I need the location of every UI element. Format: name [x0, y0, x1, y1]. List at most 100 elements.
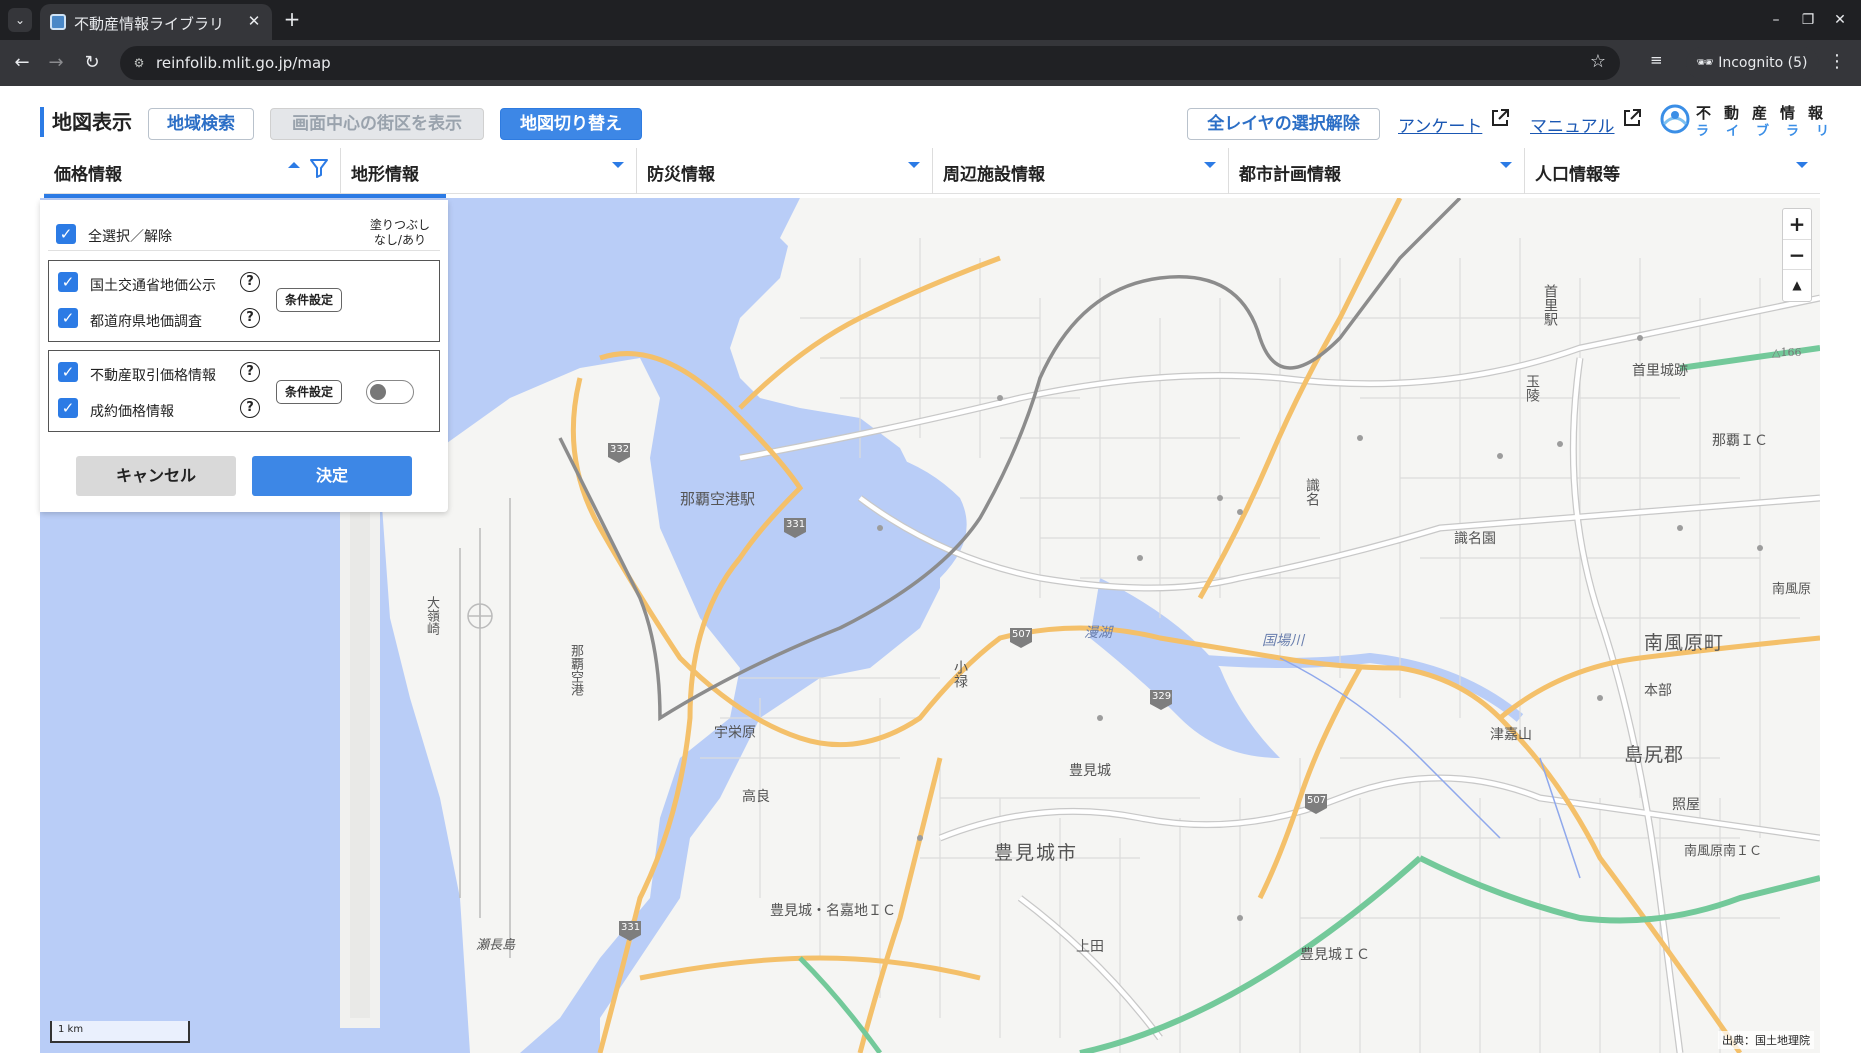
map-label: 首里城跡	[1632, 363, 1688, 379]
manual-link[interactable]: マニュアル	[1530, 112, 1615, 137]
condition-settings-button[interactable]: 条件設定	[276, 288, 342, 312]
map-label: 漫湖	[1084, 625, 1112, 641]
bookmark-star-icon[interactable]: ☆	[1590, 51, 1606, 72]
tab-label: 価格情報	[54, 165, 122, 185]
confirm-button[interactable]: 決定	[252, 456, 412, 496]
fill-toggle-switch[interactable]	[366, 380, 414, 404]
map-label: 小禄	[952, 660, 968, 688]
cancel-button[interactable]: キャンセル	[76, 456, 236, 496]
browser-menu-icon[interactable]: ⋮	[1828, 51, 1846, 72]
caret-down-icon	[908, 162, 920, 168]
survey-link[interactable]: アンケート	[1398, 112, 1482, 137]
compass-north-icon[interactable]: ▲	[1783, 269, 1811, 299]
help-icon[interactable]: ?	[240, 362, 260, 382]
map-label: 豊見城	[1069, 763, 1111, 779]
map-label: 那覇空港	[568, 644, 583, 696]
browser-tab-active[interactable]: 不動産情報ライブラリ ✕	[40, 4, 272, 40]
checkbox-transaction-price[interactable]: ✓	[58, 362, 78, 382]
route-number: 507	[1012, 629, 1032, 640]
window-restore-icon[interactable]: ❐	[1796, 8, 1820, 32]
map-label: 首里駅	[1542, 284, 1558, 326]
prefectural-land-survey-label: 都道府県地価調査	[90, 314, 202, 330]
center-district-button[interactable]: 画面中心の街区を表示	[270, 108, 484, 140]
fill-note-line2: なし/あり	[373, 233, 426, 247]
toggle-knob	[370, 384, 386, 400]
map-attribution: 出典：国土地理院	[1718, 1031, 1814, 1049]
map-label: 大嶺崎	[424, 596, 439, 635]
map-label: 国場川	[1262, 633, 1304, 649]
site-logo[interactable]: 不動産情報 ライブラリ	[1660, 102, 1829, 142]
window-minimize-icon[interactable]: –	[1764, 8, 1788, 32]
incognito-label: Incognito (5)	[1718, 55, 1808, 71]
site-settings-icon[interactable]: ⚙	[130, 54, 148, 72]
tab-population-info[interactable]: 人口情報等	[1524, 148, 1820, 194]
logo-text-bottom: ライブラリ	[1696, 124, 1847, 139]
incognito-indicator[interactable]: 🕶 Incognito (5)	[1686, 47, 1820, 79]
map-label: 豊見城ＩＣ	[1300, 947, 1370, 963]
layer-category-bar: 価格情報 地形情報 防災情報 周辺施設情報 都市計画情報 人口情報等	[44, 148, 1820, 198]
external-link-icon[interactable]	[1490, 108, 1510, 132]
external-link-icon[interactable]	[1622, 108, 1642, 132]
checkbox-prefectural-land-survey[interactable]: ✓	[58, 308, 78, 328]
caret-up-icon[interactable]	[288, 162, 300, 168]
area-search-button[interactable]: 地域検索	[148, 108, 254, 140]
route-number: 507	[1307, 795, 1327, 806]
route-number: 331	[786, 519, 806, 530]
tab-disaster-info[interactable]: 防災情報	[636, 148, 932, 194]
condition-settings-button[interactable]: 条件設定	[276, 380, 342, 404]
forward-arrow-icon[interactable]: →	[44, 51, 68, 75]
media-controls-icon[interactable]: ≡	[1650, 51, 1663, 69]
map-label: 那覇ＩＣ	[1712, 433, 1768, 449]
back-arrow-icon[interactable]: ←	[10, 51, 34, 75]
filter-icon[interactable]	[310, 158, 328, 178]
map-label: 南風原町	[1644, 632, 1725, 654]
tab-close-icon[interactable]: ✕	[244, 11, 264, 31]
logo-mark-icon	[1660, 104, 1690, 134]
caret-down-icon	[612, 162, 624, 168]
zoom-in-icon[interactable]: +	[1783, 209, 1811, 239]
map-label: 南風原南ＩＣ	[1684, 844, 1763, 859]
map-switch-button[interactable]: 地図切り替え	[500, 108, 642, 140]
map-label: 瀬長島	[476, 938, 516, 953]
tab-label: 人口情報等	[1535, 165, 1620, 185]
tab-terrain-info[interactable]: 地形情報	[340, 148, 636, 194]
reload-icon[interactable]: ↻	[80, 51, 104, 75]
map-label: 那覇空港駅	[680, 490, 756, 508]
tab-label: 地形情報	[351, 165, 419, 185]
address-bar[interactable]: ⚙ reinfolib.mlit.go.jp/map ☆	[120, 46, 1620, 80]
help-icon[interactable]: ?	[240, 272, 260, 292]
browser-toolbar: ← → ↻ ⚙ reinfolib.mlit.go.jp/map ☆ ≡ 🕶 I…	[0, 40, 1861, 86]
map-label: 識名	[1304, 478, 1320, 506]
tab-title: 不動産情報ライブラリ	[74, 15, 225, 33]
help-icon[interactable]: ?	[240, 308, 260, 328]
tab-nearby-facilities[interactable]: 周辺施設情報	[932, 148, 1228, 194]
title-accent-bar	[40, 107, 44, 137]
checkbox-official-land-price[interactable]: ✓	[58, 272, 78, 292]
zoom-control: + − ▲	[1782, 208, 1812, 302]
url-text[interactable]: reinfolib.mlit.go.jp/map	[156, 54, 331, 72]
map-label: 上田	[1076, 939, 1104, 955]
tab-price-info[interactable]: 価格情報	[44, 148, 446, 198]
tab-label: 防災情報	[647, 165, 715, 185]
map-label: 照屋	[1672, 797, 1700, 813]
map-label: △166	[1772, 346, 1802, 359]
tab-list-chevron-icon[interactable]: ⌄	[8, 8, 32, 32]
tab-urban-planning[interactable]: 都市計画情報	[1228, 148, 1524, 194]
map-label: 島尻郡	[1624, 744, 1685, 766]
checkbox-contract-price[interactable]: ✓	[58, 398, 78, 418]
scale-bar: 1 km	[50, 1021, 190, 1043]
select-all-checkbox[interactable]: ✓	[56, 224, 76, 244]
zoom-out-icon[interactable]: −	[1783, 239, 1811, 269]
window-close-icon[interactable]: ✕	[1828, 8, 1852, 32]
new-tab-plus-icon[interactable]: +	[280, 8, 304, 32]
map-label: 宇栄原	[714, 725, 756, 741]
contract-price-label: 成約価格情報	[90, 404, 174, 420]
route-number: 331	[621, 922, 641, 933]
help-icon[interactable]: ?	[240, 398, 260, 418]
price-layer-panel: ✓ 全選択／解除 塗りつぶし なし/あり ✓ 国土交通省地価公示 ? ✓ 都道府…	[40, 200, 448, 512]
caret-down-icon	[1204, 162, 1216, 168]
map-label: 津嘉山	[1490, 727, 1532, 743]
site-favicon-icon	[50, 14, 66, 30]
map-label: 豊見城市	[994, 842, 1079, 864]
clear-all-layers-button[interactable]: 全レイヤの選択解除	[1187, 108, 1380, 140]
